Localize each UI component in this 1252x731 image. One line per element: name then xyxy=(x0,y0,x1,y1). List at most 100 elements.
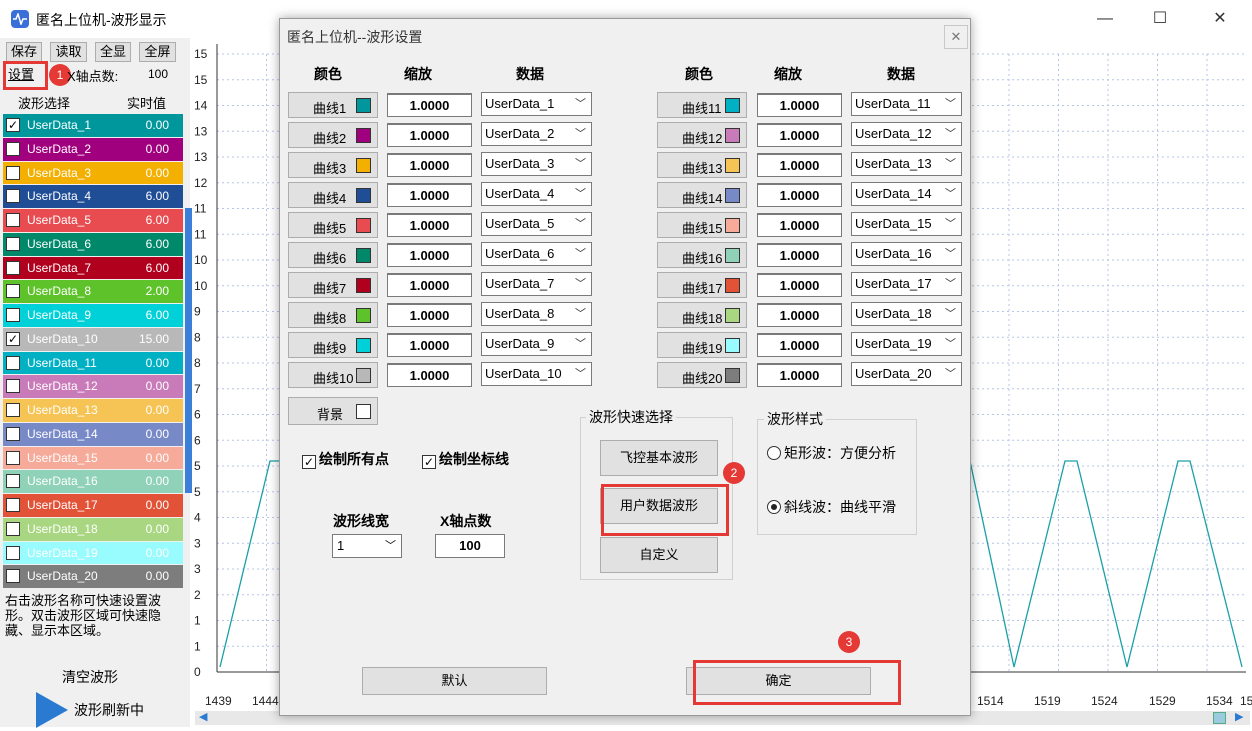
wave-checkbox[interactable] xyxy=(6,521,20,536)
curve-scale-input[interactable]: 1.0000 xyxy=(387,303,472,327)
wave-list-item[interactable]: UserData_20 0.00 xyxy=(3,565,183,589)
curve-color-button[interactable]: 曲线12 xyxy=(657,122,747,148)
line-width-select[interactable]: 1 ﹀ xyxy=(332,534,402,558)
curve-data-select[interactable]: UserData_5 ﹀ xyxy=(481,212,592,236)
scroll-right-icon[interactable]: ▶ xyxy=(1235,710,1243,723)
minimize-button[interactable]: — xyxy=(1085,6,1125,32)
wave-checkbox[interactable] xyxy=(6,450,20,465)
curve-color-button[interactable]: 曲线6 xyxy=(288,242,378,268)
curve-color-button[interactable]: 曲线14 xyxy=(657,182,747,208)
wave-list-item[interactable]: UserData_18 0.00 xyxy=(3,517,183,542)
wave-list-item[interactable]: UserData_14 0.00 xyxy=(3,422,183,447)
wave-checkbox[interactable]: ✓ xyxy=(6,118,20,132)
wave-checkbox[interactable] xyxy=(6,189,20,204)
curve-color-button[interactable]: 曲线8 xyxy=(288,302,378,328)
curve-data-select[interactable]: UserData_11 ﹀ xyxy=(851,92,962,116)
curve-data-select[interactable]: UserData_20 ﹀ xyxy=(851,362,962,386)
wave-checkbox[interactable] xyxy=(6,403,20,417)
curve-data-select[interactable]: UserData_17 ﹀ xyxy=(851,272,962,296)
clear-waves-button[interactable]: 清空波形 xyxy=(62,667,118,687)
curve-scale-input[interactable]: 1.0000 xyxy=(757,273,842,297)
curve-color-button[interactable]: 曲线1 xyxy=(288,92,378,118)
curve-color-button[interactable]: 曲线10 xyxy=(288,362,378,388)
wave-checkbox[interactable] xyxy=(6,260,20,275)
wave-checkbox[interactable] xyxy=(6,308,20,322)
scroll-left-icon[interactable]: ◀ xyxy=(199,710,207,723)
curve-color-button[interactable]: 曲线18 xyxy=(657,302,747,328)
curve-scale-input[interactable]: 1.0000 xyxy=(387,243,472,267)
wave-list-item[interactable]: UserData_16 0.00 xyxy=(3,470,183,494)
dialog-close-button[interactable]: ✕ xyxy=(944,25,968,49)
curve-scale-input[interactable]: 1.0000 xyxy=(757,183,842,207)
curve-color-button[interactable]: 曲线15 xyxy=(657,212,747,238)
wave-list-item[interactable]: UserData_17 0.00 xyxy=(3,494,183,518)
curve-data-select[interactable]: UserData_8 ﹀ xyxy=(481,302,592,326)
wave-list-item[interactable]: UserData_4 6.00 xyxy=(3,185,183,209)
curve-scale-input[interactable]: 1.0000 xyxy=(387,183,472,207)
curve-scale-input[interactable]: 1.0000 xyxy=(757,213,842,237)
wave-checkbox[interactable] xyxy=(6,426,20,441)
curve-scale-input[interactable]: 1.0000 xyxy=(757,303,842,327)
vertical-scrollbar[interactable] xyxy=(185,208,192,493)
wave-checkbox[interactable] xyxy=(6,379,20,394)
wave-checkbox[interactable] xyxy=(6,545,20,560)
close-window-button[interactable]: ✕ xyxy=(1200,6,1240,32)
wave-checkbox[interactable] xyxy=(6,141,20,156)
curve-data-select[interactable]: UserData_7 ﹀ xyxy=(481,272,592,296)
wave-checkbox[interactable] xyxy=(6,474,20,489)
save-button[interactable]: 保存 xyxy=(6,42,42,62)
wave-checkbox[interactable] xyxy=(6,165,20,180)
wave-list-item[interactable]: UserData_12 0.00 xyxy=(3,375,183,399)
play-icon[interactable] xyxy=(36,692,70,731)
curve-scale-input[interactable]: 1.0000 xyxy=(387,153,472,177)
fullscreen-button[interactable]: 全屏 xyxy=(139,42,176,62)
wave-list-item[interactable]: UserData_9 6.00 xyxy=(3,304,183,328)
curve-data-select[interactable]: UserData_12 ﹀ xyxy=(851,122,962,146)
curve-scale-input[interactable]: 1.0000 xyxy=(757,123,842,147)
wave-checkbox[interactable] xyxy=(6,284,20,299)
wave-list-item[interactable]: UserData_6 6.00 xyxy=(3,232,183,257)
curve-scale-input[interactable]: 1.0000 xyxy=(757,93,842,117)
curve-data-select[interactable]: UserData_13 ﹀ xyxy=(851,152,962,176)
curve-color-button[interactable]: 曲线17 xyxy=(657,272,747,298)
read-button[interactable]: 读取 xyxy=(50,42,87,62)
draw-axes-checkbox[interactable]: ✓ 绘制坐标线 xyxy=(422,449,509,469)
curve-data-select[interactable]: UserData_4 ﹀ xyxy=(481,182,592,206)
wave-list-item[interactable]: UserData_3 0.00 xyxy=(3,161,183,186)
curve-color-button[interactable]: 曲线20 xyxy=(657,362,747,388)
curve-color-button[interactable]: 曲线13 xyxy=(657,152,747,178)
scroll-thumb[interactable] xyxy=(1213,712,1226,724)
curve-data-select[interactable]: UserData_2 ﹀ xyxy=(481,122,592,146)
wave-list-item[interactable]: ✓ UserData_10 15.00 xyxy=(3,327,183,352)
x-points-input[interactable]: 100 xyxy=(435,534,505,558)
wave-list-item[interactable]: UserData_7 6.00 xyxy=(3,256,183,281)
draw-all-points-checkbox[interactable]: ✓ 绘制所有点 xyxy=(302,449,389,469)
wave-list-item[interactable]: UserData_15 0.00 xyxy=(3,446,183,471)
curve-scale-input[interactable]: 1.0000 xyxy=(387,213,472,237)
wave-list-item[interactable]: UserData_5 6.00 xyxy=(3,209,183,233)
wave-list-item[interactable]: UserData_13 0.00 xyxy=(3,399,183,423)
curve-color-button[interactable]: 曲线9 xyxy=(288,332,378,358)
curve-data-select[interactable]: UserData_16 ﹀ xyxy=(851,242,962,266)
curve-scale-input[interactable]: 1.0000 xyxy=(757,153,842,177)
curve-data-select[interactable]: UserData_15 ﹀ xyxy=(851,212,962,236)
curve-data-select[interactable]: UserData_9 ﹀ xyxy=(481,332,592,356)
wave-list-item[interactable]: UserData_8 2.00 xyxy=(3,280,183,304)
rect-wave-radio[interactable]: 矩形波：方便分析 xyxy=(767,443,896,463)
curve-color-button[interactable]: 曲线2 xyxy=(288,122,378,148)
curve-color-button[interactable]: 曲线16 xyxy=(657,242,747,268)
custom-button[interactable]: 自定义 xyxy=(600,537,718,573)
wave-list-item[interactable]: UserData_2 0.00 xyxy=(3,137,183,162)
wave-checkbox[interactable] xyxy=(6,213,20,227)
curve-scale-input[interactable]: 1.0000 xyxy=(387,273,472,297)
curve-data-select[interactable]: UserData_14 ﹀ xyxy=(851,182,962,206)
curve-color-button[interactable]: 曲线4 xyxy=(288,182,378,208)
curve-color-button[interactable]: 曲线19 xyxy=(657,332,747,358)
curve-scale-input[interactable]: 1.0000 xyxy=(757,363,842,387)
wave-checkbox[interactable]: ✓ xyxy=(6,331,20,346)
wave-list-item[interactable]: ✓ UserData_1 0.00 xyxy=(3,114,183,138)
flight-wave-button[interactable]: 飞控基本波形 xyxy=(600,440,718,476)
curve-color-button[interactable]: 曲线5 xyxy=(288,212,378,238)
wave-checkbox[interactable] xyxy=(6,498,20,512)
wave-list-item[interactable]: UserData_11 0.00 xyxy=(3,351,183,376)
